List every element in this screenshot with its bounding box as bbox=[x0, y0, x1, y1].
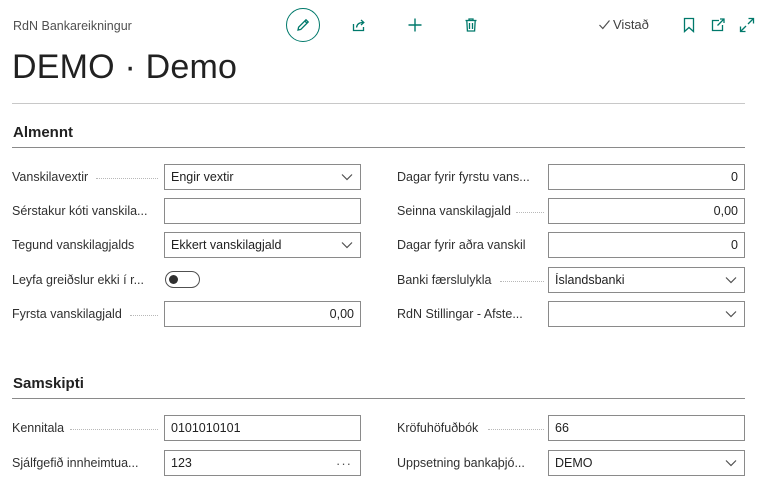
field-label-dagar-fyrstu: Dagar fyrir fyrstu vans... bbox=[397, 170, 544, 184]
section-divider-almennt bbox=[12, 147, 745, 148]
field-label-banki: Banki færslulykla bbox=[397, 273, 544, 287]
kennitala-input[interactable]: 0101010101 bbox=[164, 415, 361, 441]
edit-button[interactable] bbox=[286, 8, 320, 42]
new-button[interactable] bbox=[405, 15, 425, 35]
tegund-vanskilagjalds-select[interactable]: Ekkert vanskilagjald bbox=[164, 232, 361, 258]
bookmark-button[interactable] bbox=[681, 16, 697, 34]
expand-button[interactable] bbox=[738, 16, 756, 34]
title-divider bbox=[12, 103, 745, 104]
ellipsis-icon[interactable]: ··· bbox=[336, 456, 352, 471]
share-button[interactable] bbox=[349, 15, 369, 35]
field-label-serstakur-koti: Sérstakur kóti vanskila... bbox=[12, 204, 160, 218]
rdn-stillingar-select[interactable] bbox=[548, 301, 745, 327]
sjalfgefid-innheimtua-input[interactable]: 123 ··· bbox=[164, 450, 361, 476]
delete-button[interactable] bbox=[461, 15, 481, 35]
chevron-down-icon bbox=[340, 170, 354, 184]
seinna-vanskilagjald-input[interactable]: 0,00 bbox=[548, 198, 745, 224]
field-label-uppsetning: Uppsetning bankaþjó... bbox=[397, 456, 544, 470]
section-heading-samskipti[interactable]: Samskipti bbox=[13, 375, 84, 392]
open-new-window-button[interactable] bbox=[709, 16, 727, 34]
section-heading-almennt[interactable]: Almennt bbox=[13, 124, 73, 141]
saved-status: Vistað bbox=[598, 17, 649, 32]
chevron-down-icon bbox=[724, 307, 738, 321]
serstakur-koti-input[interactable] bbox=[164, 198, 361, 224]
saved-label: Vistað bbox=[613, 17, 649, 32]
checkmark-icon bbox=[599, 20, 610, 30]
field-label-vanskilavextir: Vanskilavextir bbox=[12, 170, 160, 184]
field-label-stillingar: RdN Stillingar - Afste... bbox=[397, 307, 544, 321]
page-caption: RdN Bankareikningur bbox=[13, 19, 132, 33]
krofuhofudbok-input[interactable]: 66 bbox=[548, 415, 745, 441]
vanskilavextir-select[interactable]: Engir vextir bbox=[164, 164, 361, 190]
dagar-adra-input[interactable]: 0 bbox=[548, 232, 745, 258]
uppsetning-bankathjonustu-select[interactable]: DEMO bbox=[548, 450, 745, 476]
open-in-new-window-icon bbox=[711, 18, 725, 32]
chevron-down-icon bbox=[340, 238, 354, 252]
field-label-fyrsta: Fyrsta vanskilagjald bbox=[12, 307, 160, 321]
label-leader bbox=[130, 315, 158, 316]
fyrsta-vanskilagjald-input[interactable]: 0,00 bbox=[164, 301, 361, 327]
field-label-dagar-adra: Dagar fyrir aðra vanskil bbox=[397, 238, 544, 252]
label-leader bbox=[96, 178, 158, 179]
bookmark-icon bbox=[683, 17, 695, 33]
label-leader bbox=[500, 281, 544, 282]
page-title: DEMO · Demo bbox=[12, 48, 238, 86]
banki-faerslulykla-select[interactable]: Íslandsbanki bbox=[548, 267, 745, 293]
field-label-krofuhofudbok: Kröfuhöfuðbók bbox=[397, 421, 544, 435]
share-icon bbox=[352, 19, 365, 32]
dagar-fyrstu-input[interactable]: 0 bbox=[548, 164, 745, 190]
field-label-seinna: Seinna vanskilagjald bbox=[397, 204, 544, 218]
trash-icon bbox=[465, 18, 477, 32]
field-label-leyfa: Leyfa greiðslur ekki í r... bbox=[12, 273, 160, 287]
pencil-icon bbox=[297, 18, 310, 31]
field-label-kennitala: Kennitala bbox=[12, 421, 160, 435]
chevron-down-icon bbox=[724, 456, 738, 470]
label-leader bbox=[488, 429, 544, 430]
field-label-sjalfgefid: Sjálfgefið innheimtua... bbox=[12, 456, 160, 470]
label-leader bbox=[70, 429, 158, 430]
expand-icon bbox=[739, 17, 755, 33]
section-divider-samskipti bbox=[12, 398, 745, 399]
leyfa-greidslur-toggle[interactable] bbox=[165, 271, 200, 288]
toggle-knob bbox=[169, 274, 178, 284]
chevron-down-icon bbox=[724, 273, 738, 287]
plus-icon bbox=[408, 18, 422, 32]
field-label-tegund: Tegund vanskilagjalds bbox=[12, 238, 160, 252]
label-leader bbox=[516, 212, 544, 213]
